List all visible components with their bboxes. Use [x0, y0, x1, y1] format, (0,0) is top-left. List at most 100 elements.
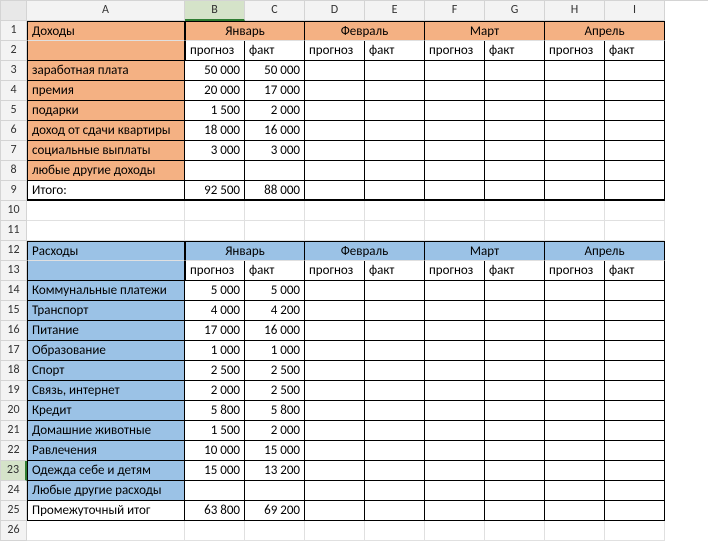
empty-cell[interactable]: [425, 401, 485, 421]
empty-cell[interactable]: [605, 421, 665, 441]
empty-cell[interactable]: [485, 181, 545, 201]
empty-cell[interactable]: [27, 201, 185, 221]
empty-cell[interactable]: [485, 461, 545, 481]
empty-cell[interactable]: [27, 521, 185, 541]
empty-cell[interactable]: [485, 501, 545, 521]
empty-cell[interactable]: [245, 221, 305, 241]
empty-cell[interactable]: [485, 401, 545, 421]
empty-cell[interactable]: [425, 61, 485, 81]
empty-cell[interactable]: [365, 81, 425, 101]
empty-cell[interactable]: [605, 481, 665, 501]
empty-cell[interactable]: [485, 321, 545, 341]
empty-cell[interactable]: [365, 301, 425, 321]
empty-cell[interactable]: [425, 441, 485, 461]
empty-cell[interactable]: [545, 421, 605, 441]
row-header-1[interactable]: 1: [1, 21, 27, 41]
empty-cell[interactable]: [485, 61, 545, 81]
empty-cell[interactable]: [245, 521, 305, 541]
empty-cell[interactable]: [305, 521, 365, 541]
expense-row-forecast[interactable]: 2 000: [185, 381, 245, 401]
empty-cell[interactable]: [365, 501, 425, 521]
empty-cell[interactable]: [545, 461, 605, 481]
expense-row-forecast[interactable]: 5 800: [185, 401, 245, 421]
empty-cell[interactable]: [27, 221, 185, 241]
empty-cell[interactable]: [605, 361, 665, 381]
empty-cell[interactable]: [545, 181, 605, 201]
empty-cell[interactable]: [545, 161, 605, 181]
col-header-D[interactable]: D: [305, 1, 365, 21]
income-row-fact[interactable]: [245, 161, 305, 181]
empty-cell[interactable]: [365, 441, 425, 461]
empty-cell[interactable]: [365, 221, 425, 241]
col-header-G[interactable]: G: [485, 1, 545, 21]
empty-cell[interactable]: [425, 301, 485, 321]
expense-row-forecast[interactable]: 10 000: [185, 441, 245, 461]
row-header-9[interactable]: 9: [1, 181, 27, 201]
empty-cell[interactable]: [545, 341, 605, 361]
empty-cell[interactable]: [545, 81, 605, 101]
expense-row-forecast[interactable]: 17 000: [185, 321, 245, 341]
expense-row-fact[interactable]: 15 000: [245, 441, 305, 461]
empty-cell[interactable]: [425, 421, 485, 441]
empty-cell[interactable]: [365, 381, 425, 401]
row-header-11[interactable]: 11: [1, 221, 27, 241]
empty-cell[interactable]: [365, 61, 425, 81]
empty-cell[interactable]: [305, 361, 365, 381]
row-header-17[interactable]: 17: [1, 341, 27, 361]
income-row-fact[interactable]: 3 000: [245, 141, 305, 161]
empty-cell[interactable]: [305, 101, 365, 121]
empty-cell[interactable]: [365, 281, 425, 301]
empty-cell[interactable]: [425, 141, 485, 161]
empty-cell[interactable]: [605, 221, 665, 241]
row-header-8[interactable]: 8: [1, 161, 27, 181]
empty-cell[interactable]: [305, 401, 365, 421]
row-header-25[interactable]: 25: [1, 501, 27, 521]
empty-cell[interactable]: [605, 281, 665, 301]
empty-cell[interactable]: [425, 361, 485, 381]
empty-cell[interactable]: [605, 81, 665, 101]
empty-cell[interactable]: [545, 221, 605, 241]
expense-row-fact[interactable]: 13 200: [245, 461, 305, 481]
empty-cell[interactable]: [425, 161, 485, 181]
expense-row-fact[interactable]: 2 500: [245, 381, 305, 401]
empty-cell[interactable]: [305, 341, 365, 361]
empty-cell[interactable]: [365, 421, 425, 441]
empty-cell[interactable]: [305, 281, 365, 301]
row-header-18[interactable]: 18: [1, 361, 27, 381]
expense-row-fact[interactable]: 5 800: [245, 401, 305, 421]
expense-row-forecast[interactable]: 5 000: [185, 281, 245, 301]
empty-cell[interactable]: [605, 161, 665, 181]
empty-cell[interactable]: [305, 141, 365, 161]
empty-cell[interactable]: [545, 501, 605, 521]
empty-cell[interactable]: [305, 201, 365, 221]
empty-cell[interactable]: [305, 441, 365, 461]
empty-cell[interactable]: [305, 121, 365, 141]
row-header-21[interactable]: 21: [1, 421, 27, 441]
expense-row-forecast[interactable]: 1 500: [185, 421, 245, 441]
empty-cell[interactable]: [425, 521, 485, 541]
row-header-3[interactable]: 3: [1, 61, 27, 81]
row-header-24[interactable]: 24: [1, 481, 27, 501]
empty-cell[interactable]: [485, 161, 545, 181]
empty-cell[interactable]: [605, 461, 665, 481]
empty-cell[interactable]: [605, 341, 665, 361]
empty-cell[interactable]: [545, 361, 605, 381]
income-row-fact[interactable]: 2 000: [245, 101, 305, 121]
empty-cell[interactable]: [605, 141, 665, 161]
empty-cell[interactable]: [605, 441, 665, 461]
empty-cell[interactable]: [305, 61, 365, 81]
empty-cell[interactable]: [485, 521, 545, 541]
row-header-22[interactable]: 22: [1, 441, 27, 461]
income-row-fact[interactable]: 16 000: [245, 121, 305, 141]
empty-cell[interactable]: [185, 221, 245, 241]
empty-cell[interactable]: [605, 521, 665, 541]
empty-cell[interactable]: [185, 521, 245, 541]
empty-cell[interactable]: [425, 101, 485, 121]
empty-cell[interactable]: [545, 121, 605, 141]
empty-cell[interactable]: [365, 461, 425, 481]
empty-cell[interactable]: [425, 341, 485, 361]
empty-cell[interactable]: [425, 321, 485, 341]
empty-cell[interactable]: [365, 341, 425, 361]
empty-cell[interactable]: [425, 381, 485, 401]
empty-cell[interactable]: [545, 381, 605, 401]
